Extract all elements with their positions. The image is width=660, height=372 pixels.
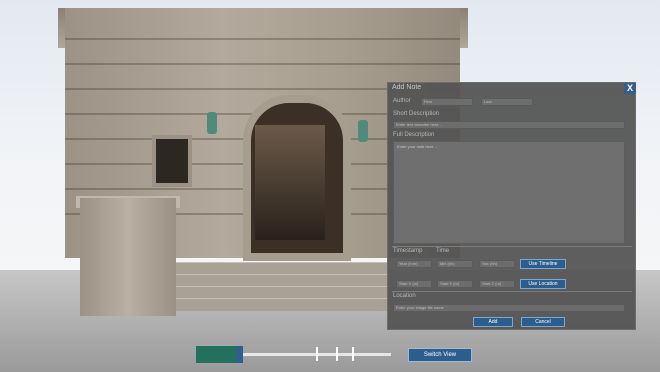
cancel-button[interactable]: Cancel <box>521 317 565 327</box>
panel-title: Add Note <box>392 84 422 91</box>
time-label: Time <box>436 248 450 254</box>
use-timeline-button[interactable]: Use Timeline <box>520 259 566 269</box>
lamp-left <box>207 112 217 134</box>
location-label: Location <box>393 293 416 299</box>
time-field-hours[interactable]: Year (h:m) <box>396 260 432 268</box>
timeline-marker[interactable] <box>336 347 338 361</box>
stair-step <box>142 298 387 311</box>
timeline-range-handle[interactable] <box>196 346 236 363</box>
add-button[interactable]: Add <box>473 317 513 327</box>
building-window <box>152 135 192 187</box>
position-x-input[interactable]: Start X (m) <box>396 280 432 288</box>
time-field-seconds[interactable]: Sec (hh) <box>479 260 515 268</box>
timeline-marker[interactable] <box>352 347 354 361</box>
doorway-interior <box>255 125 325 240</box>
close-button[interactable]: X <box>624 83 636 94</box>
timestamp-label: Timestamp <box>393 248 423 254</box>
lamp-right <box>358 120 368 142</box>
pedestal <box>80 198 176 316</box>
position-y-input[interactable]: Start Y (m) <box>437 280 473 288</box>
author-last-input[interactable]: Last <box>481 98 533 106</box>
author-label: Author <box>393 98 411 104</box>
add-note-panel: Add Note X Author First Last Short Descr… <box>387 82 636 330</box>
short-description-input[interactable]: Enter text describe here... <box>393 121 625 129</box>
time-field-minutes[interactable]: Min (hh) <box>437 260 473 268</box>
timeline-scrubber-knob[interactable] <box>236 346 243 363</box>
timeline-marker[interactable] <box>316 347 318 361</box>
use-location-button[interactable]: Use Location <box>520 279 566 289</box>
position-z-input[interactable]: Start Z (m) <box>479 280 515 288</box>
divider <box>392 291 632 292</box>
author-first-input[interactable]: First <box>421 98 473 106</box>
switch-view-button[interactable]: Switch View <box>408 348 472 362</box>
short-description-label: Short Description <box>393 111 440 117</box>
full-description-textarea[interactable]: Enter your note here... <box>393 141 625 244</box>
location-input[interactable]: Enter your image file name <box>393 304 625 312</box>
divider <box>392 246 632 247</box>
full-description-label: Full Description <box>393 132 435 138</box>
